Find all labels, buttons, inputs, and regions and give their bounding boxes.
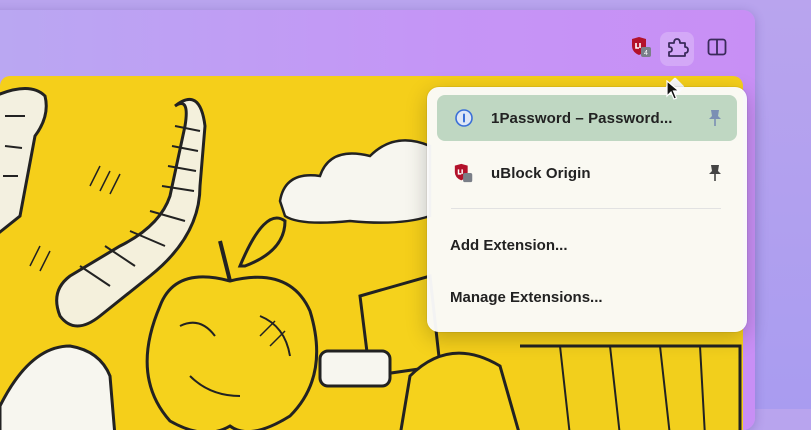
extension-item-1password[interactable]: 1Password – Password... <box>437 95 737 141</box>
add-extension-button[interactable]: Add Extension... <box>450 237 568 254</box>
split-view-icon <box>707 38 727 61</box>
pin-icon[interactable] <box>707 163 723 187</box>
extensions-popup: 1Password – Password... uBlock Origin Ad… <box>427 87 747 332</box>
ublock-origin-toolbar-button[interactable]: 4 <box>625 32 659 66</box>
extensions-puzzle-icon <box>665 36 689 63</box>
mouse-cursor-icon <box>666 79 681 105</box>
manage-extensions-button[interactable]: Manage Extensions... <box>450 289 603 306</box>
ublock-badge-count: 4 <box>644 50 648 57</box>
toolbar: 4 <box>0 10 755 76</box>
popup-divider <box>451 208 721 209</box>
1password-icon <box>451 105 477 131</box>
split-view-button[interactable] <box>700 32 734 66</box>
ublock-origin-icon <box>451 160 477 186</box>
extensions-button[interactable] <box>660 32 694 66</box>
extension-item-label: 1Password – Password... <box>491 109 673 127</box>
extension-item-label: uBlock Origin <box>491 164 591 182</box>
ublock-origin-icon: 4 <box>630 35 654 64</box>
extension-item-ublock-origin[interactable]: uBlock Origin <box>437 150 737 196</box>
pin-icon[interactable] <box>707 108 723 132</box>
